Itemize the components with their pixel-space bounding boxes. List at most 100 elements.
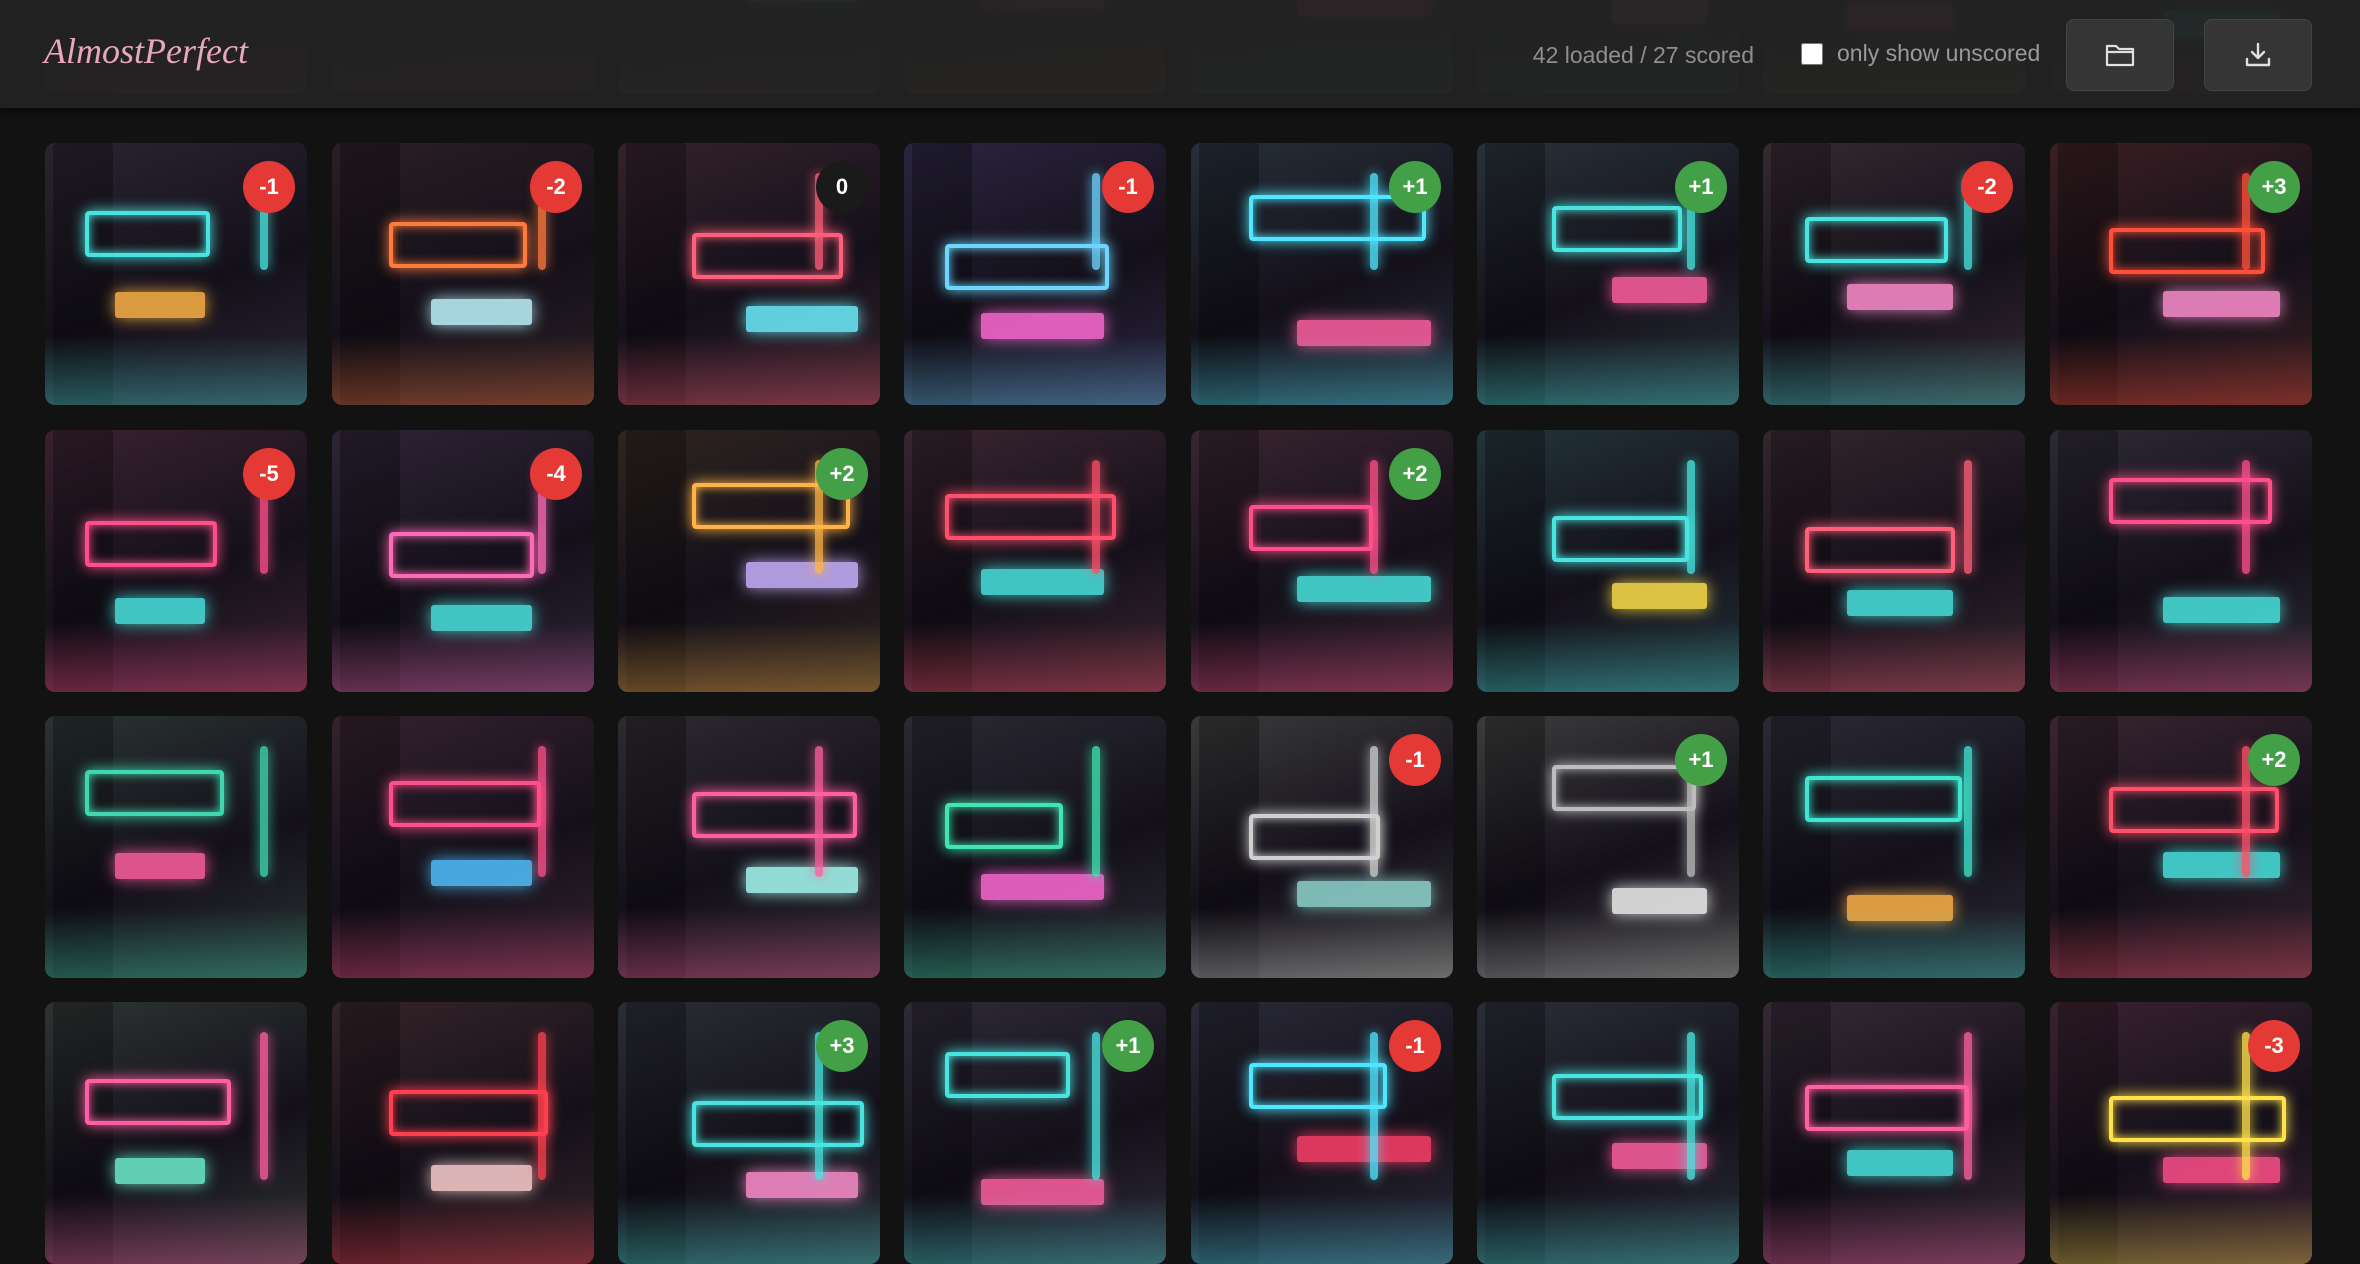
neon-tube: [2242, 460, 2250, 574]
street-glow: [2050, 1194, 2312, 1264]
score-badge: -1: [1102, 161, 1154, 213]
neon-sign: [1847, 590, 1953, 616]
neon-sign: [389, 1090, 548, 1136]
image-tile[interactable]: -1: [904, 143, 1166, 405]
neon-sign: [85, 1079, 231, 1125]
image-tile[interactable]: [1763, 1002, 2025, 1264]
score-badge: +1: [1675, 161, 1727, 213]
street-glow: [1477, 335, 1739, 405]
image-tile[interactable]: -1: [45, 143, 307, 405]
neon-tube: [1964, 1032, 1972, 1180]
image-tile[interactable]: -2: [332, 143, 594, 405]
neon-tube: [815, 746, 823, 877]
street-glow: [2050, 335, 2312, 405]
image-tile[interactable]: +1: [904, 1002, 1166, 1264]
open-folder-button[interactable]: [2066, 19, 2174, 91]
image-tile[interactable]: -2: [1763, 143, 2025, 405]
image-tile[interactable]: -5: [45, 430, 307, 692]
neon-sign: [1249, 505, 1373, 551]
image-tile[interactable]: +2: [1191, 430, 1453, 692]
score-badge: +2: [816, 448, 868, 500]
neon-sign: [1805, 527, 1955, 573]
image-tile[interactable]: -3: [2050, 1002, 2312, 1264]
street-glow: [904, 335, 1166, 405]
image-tile[interactable]: [1477, 430, 1739, 692]
image-tile[interactable]: +1: [1191, 143, 1453, 405]
neon-sign: [746, 562, 858, 588]
neon-sign: [1297, 881, 1431, 907]
image-tile[interactable]: [904, 430, 1166, 692]
image-tile[interactable]: 0: [618, 143, 880, 405]
street-glow: [904, 1194, 1166, 1264]
neon-sign: [1297, 1136, 1431, 1162]
image-tile[interactable]: +2: [618, 430, 880, 692]
neon-sign: [2163, 291, 2280, 317]
unscored-checkbox[interactable]: [1801, 42, 1823, 65]
image-tile[interactable]: [45, 1002, 307, 1264]
neon-sign: [1847, 1150, 1953, 1176]
street-glow: [618, 622, 880, 692]
street-glow: [332, 1194, 594, 1264]
neon-sign: [945, 803, 1063, 849]
neon-sign: [981, 569, 1104, 595]
neon-sign: [115, 292, 205, 318]
status-text: 42 loaded / 27 scored: [1532, 42, 1754, 68]
image-tile[interactable]: +3: [2050, 143, 2312, 405]
score-badge: -2: [1961, 161, 2013, 213]
score-badge: +2: [1389, 448, 1441, 500]
neon-sign: [431, 860, 532, 886]
neon-tube: [1370, 173, 1378, 270]
neon-sign: [1612, 583, 1707, 609]
image-tile[interactable]: [332, 716, 594, 978]
score-badge: -1: [1389, 734, 1441, 786]
download-button[interactable]: [2204, 19, 2312, 91]
neon-sign: [115, 1158, 205, 1184]
neon-sign: [2163, 597, 2280, 623]
neon-tube: [1687, 1032, 1695, 1180]
neon-sign: [1249, 1063, 1387, 1109]
image-tile[interactable]: [45, 716, 307, 978]
street-glow: [1477, 622, 1739, 692]
download-icon: [2245, 42, 2271, 67]
neon-tube: [1370, 746, 1378, 877]
image-tile[interactable]: -4: [332, 430, 594, 692]
neon-tube: [1964, 746, 1972, 877]
image-tile[interactable]: [1763, 716, 2025, 978]
street-glow: [45, 335, 307, 405]
neon-sign: [2163, 1157, 2280, 1183]
neon-sign: [2163, 852, 2280, 878]
score-badge: +3: [2248, 161, 2300, 213]
street-glow: [45, 908, 307, 978]
neon-tube: [1370, 1032, 1378, 1180]
neon-sign: [1805, 776, 1962, 822]
image-tile[interactable]: [2050, 430, 2312, 692]
image-tile[interactable]: [1763, 430, 2025, 692]
neon-sign: [945, 1052, 1070, 1098]
image-tile[interactable]: +1: [1477, 716, 1739, 978]
street-glow: [2050, 622, 2312, 692]
neon-sign: [692, 1101, 864, 1147]
score-badge: -5: [243, 448, 295, 500]
image-tile[interactable]: [618, 716, 880, 978]
neon-sign: [746, 306, 858, 332]
image-tile[interactable]: +3: [618, 1002, 880, 1264]
score-badge: +1: [1102, 1020, 1154, 1072]
image-tile[interactable]: -1: [1191, 1002, 1453, 1264]
image-tile[interactable]: [332, 1002, 594, 1264]
score-badge: -1: [243, 161, 295, 213]
neon-tube: [1964, 460, 1972, 574]
image-tile[interactable]: +1: [1477, 143, 1739, 405]
street-glow: [2050, 908, 2312, 978]
neon-tube: [1092, 460, 1100, 574]
image-tile[interactable]: -1: [1191, 716, 1453, 978]
unscored-filter[interactable]: only show unscored: [1801, 40, 2040, 67]
street-glow: [332, 908, 594, 978]
neon-sign: [692, 792, 857, 838]
image-tile[interactable]: [904, 716, 1166, 978]
street-glow: [1477, 1194, 1739, 1264]
score-badge: +1: [1389, 161, 1441, 213]
street-glow: [1763, 908, 2025, 978]
image-tile[interactable]: [1477, 1002, 1739, 1264]
neon-sign: [746, 867, 858, 893]
image-tile[interactable]: +2: [2050, 716, 2312, 978]
